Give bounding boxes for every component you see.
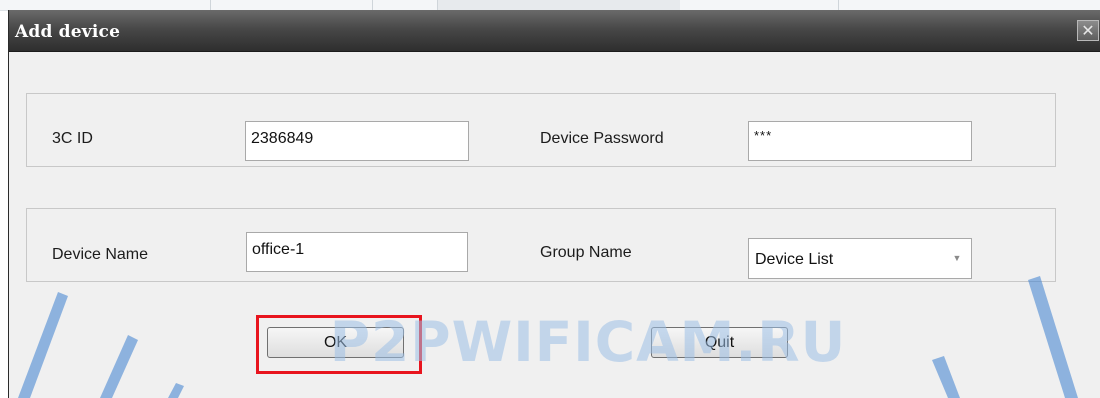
background-divider: [437, 0, 680, 10]
group-name-value: Device List: [755, 251, 834, 268]
dialog-titlebar[interactable]: Add device ✕: [9, 10, 1100, 52]
ok-highlight-box: [256, 315, 422, 374]
group-name-label: Group Name: [540, 244, 632, 261]
add-device-dialog: Add device ✕: [8, 10, 1100, 398]
background-divider: [210, 0, 211, 10]
screenshot: Add device ✕ 3C ID 2386849 Device Passwo…: [0, 0, 1100, 398]
background-divider: [372, 0, 373, 10]
quit-button[interactable]: Quit: [651, 327, 788, 358]
group-name-select[interactable]: Device List ▼: [748, 238, 972, 279]
id-input[interactable]: 2386849: [245, 121, 469, 161]
close-icon: ✕: [1081, 21, 1095, 40]
device-name-input[interactable]: office-1: [246, 232, 468, 272]
device-password-input[interactable]: ***: [748, 121, 972, 161]
id-label: 3C ID: [52, 130, 93, 147]
close-button[interactable]: ✕: [1077, 20, 1099, 41]
background-divider: [838, 0, 839, 10]
dropdown-arrow-icon[interactable]: ▼: [949, 250, 965, 267]
device-password-label: Device Password: [540, 130, 664, 147]
dialog-title: Add device: [15, 22, 121, 42]
device-name-label: Device Name: [52, 246, 149, 263]
